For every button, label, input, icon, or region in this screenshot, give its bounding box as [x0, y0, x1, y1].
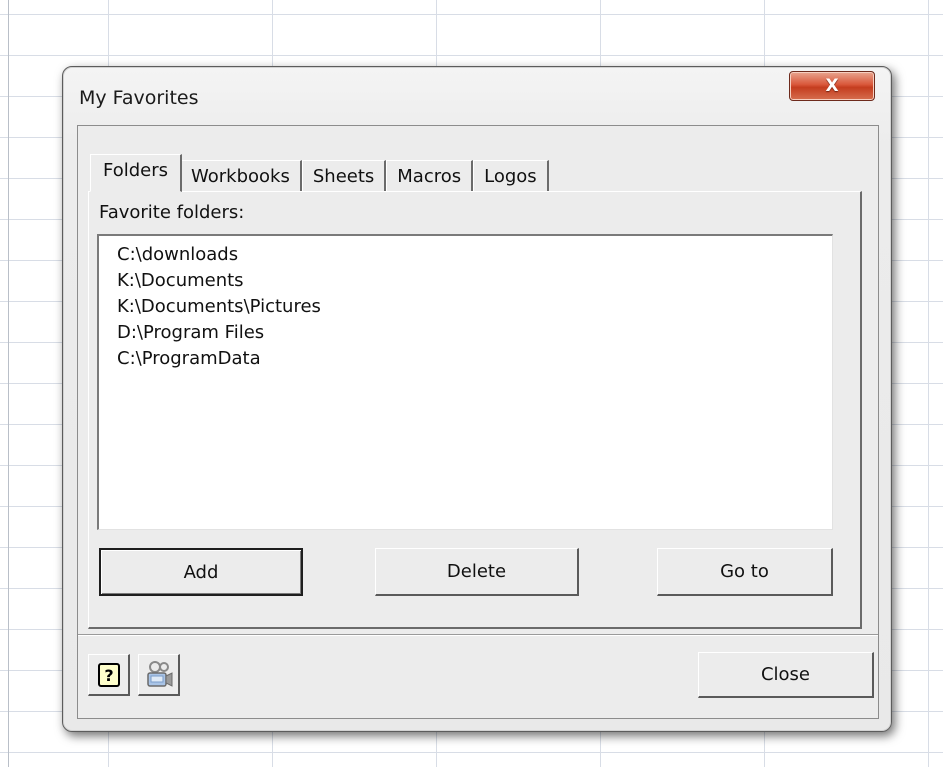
list-item[interactable]: C:\ProgramData: [99, 346, 832, 372]
go-to-button[interactable]: Go to: [657, 548, 833, 596]
folders-tab-panel: Favorite folders: C:\downloads K:\Docume…: [88, 191, 862, 629]
tab-macros[interactable]: Macros: [386, 160, 474, 192]
help-icon: ?: [97, 662, 120, 687]
tab-workbooks[interactable]: Workbooks: [180, 160, 302, 192]
video-camera-icon: [146, 660, 172, 687]
tab-strip: Folders Workbooks Sheets Macros Logos: [90, 152, 549, 192]
sheet-edge: [8, 0, 9, 767]
close-window-button[interactable]: X: [789, 71, 875, 101]
list-item[interactable]: C:\downloads: [99, 242, 832, 268]
footer-separator: [78, 634, 878, 636]
list-item[interactable]: K:\Documents\Pictures: [99, 294, 832, 320]
list-item[interactable]: D:\Program Files: [99, 320, 832, 346]
tab-logos[interactable]: Logos: [473, 160, 549, 192]
delete-button[interactable]: Delete: [375, 548, 579, 596]
tab-sheets[interactable]: Sheets: [301, 160, 387, 192]
dialog-client-area: Folders Workbooks Sheets Macros Logos Fa…: [77, 125, 879, 719]
add-button[interactable]: Add: [99, 548, 303, 596]
svg-text:?: ?: [104, 666, 113, 685]
favorite-folders-label: Favorite folders:: [99, 202, 245, 223]
list-item[interactable]: K:\Documents: [99, 268, 832, 294]
close-button[interactable]: Close: [698, 652, 874, 698]
record-button[interactable]: [138, 654, 180, 696]
tab-folders[interactable]: Folders: [90, 154, 183, 192]
favorite-folders-list[interactable]: C:\downloads K:\Documents K:\Documents\P…: [97, 234, 833, 530]
close-icon: X: [825, 76, 839, 96]
dialog-title: My Favorites: [79, 87, 199, 109]
favorites-dialog: My Favorites X Folders Workbooks Sheets …: [62, 66, 892, 732]
help-button[interactable]: ?: [88, 654, 130, 696]
